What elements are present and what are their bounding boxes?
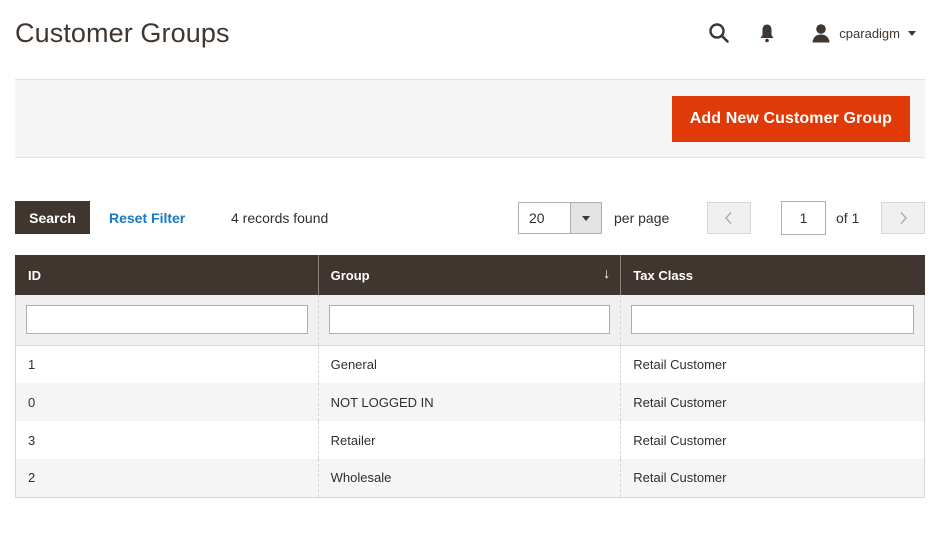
per-page-select[interactable]: 20 xyxy=(518,202,602,234)
search-button[interactable]: Search xyxy=(15,201,90,234)
page-count: of 1 xyxy=(836,210,860,226)
caret-down-icon xyxy=(908,30,916,36)
cell-tax-class: Retail Customer xyxy=(620,459,925,498)
sort-descending-icon: ↓ xyxy=(603,265,611,281)
column-label: ID xyxy=(28,267,41,283)
cell-group: NOT LOGGED IN xyxy=(317,383,621,421)
cell-tax-class: Retail Customer xyxy=(620,345,925,383)
table-row[interactable]: 2 Wholesale Retail Customer xyxy=(15,459,925,498)
cell-id: 0 xyxy=(15,383,319,421)
next-page-button[interactable] xyxy=(881,202,925,234)
customer-groups-grid: ID Group ↓ Tax Class 1 General Retail Cus… xyxy=(15,255,925,498)
filter-cell xyxy=(620,295,925,346)
column-header-tax-class[interactable]: Tax Class xyxy=(620,255,925,295)
filter-cell xyxy=(317,295,621,346)
table-row[interactable]: 0 NOT LOGGED IN Retail Customer xyxy=(15,383,925,421)
table-row[interactable]: 1 General Retail Customer xyxy=(15,345,925,383)
current-page-input[interactable] xyxy=(781,201,826,235)
previous-page-button[interactable] xyxy=(707,202,751,234)
bell-icon[interactable] xyxy=(757,21,777,45)
cell-group: Retailer xyxy=(317,421,621,459)
cell-id: 2 xyxy=(15,459,319,498)
cell-tax-class: Retail Customer xyxy=(620,421,925,459)
column-label: Tax Class xyxy=(633,267,694,283)
chevron-right-icon xyxy=(900,212,907,224)
column-header-id[interactable]: ID xyxy=(15,255,319,295)
filter-cell xyxy=(15,295,319,346)
cell-id: 1 xyxy=(15,345,319,383)
column-header-group[interactable]: Group ↓ xyxy=(317,255,622,295)
user-menu[interactable]: cparadigm xyxy=(811,23,916,43)
column-label: Group xyxy=(330,267,370,283)
add-new-customer-group-button[interactable]: Add New Customer Group xyxy=(671,96,910,142)
page-title: Customer Groups xyxy=(15,18,230,48)
grid-header-row: ID Group ↓ Tax Class xyxy=(15,255,925,295)
cell-group: Wholesale xyxy=(317,459,621,498)
page-actions-bar: Add New Customer Group xyxy=(15,79,925,158)
per-page-dropdown-toggle[interactable] xyxy=(570,203,601,233)
header-actions: cparadigm xyxy=(707,18,916,48)
cell-id: 3 xyxy=(15,421,319,459)
table-row[interactable]: 3 Retailer Retail Customer xyxy=(15,421,925,459)
filter-row xyxy=(15,295,925,346)
caret-down-icon xyxy=(582,215,590,221)
filter-group-input[interactable] xyxy=(328,305,611,335)
cell-tax-class: Retail Customer xyxy=(620,383,925,421)
user-icon xyxy=(811,23,831,43)
grid-toolbar: Search Reset Filter 4 records found 20 p… xyxy=(15,201,925,235)
per-page-value: 20 xyxy=(529,210,545,226)
cell-group: General xyxy=(317,345,621,383)
records-count: 4 records found xyxy=(231,210,329,226)
filter-id-input[interactable] xyxy=(26,305,308,335)
user-name: cparadigm xyxy=(839,25,900,41)
per-page-label: per page xyxy=(614,210,670,226)
chevron-left-icon xyxy=(725,212,732,224)
search-icon[interactable] xyxy=(707,21,731,45)
filter-tax-class-input[interactable] xyxy=(631,305,914,335)
reset-filter-link[interactable]: Reset Filter xyxy=(109,210,185,226)
